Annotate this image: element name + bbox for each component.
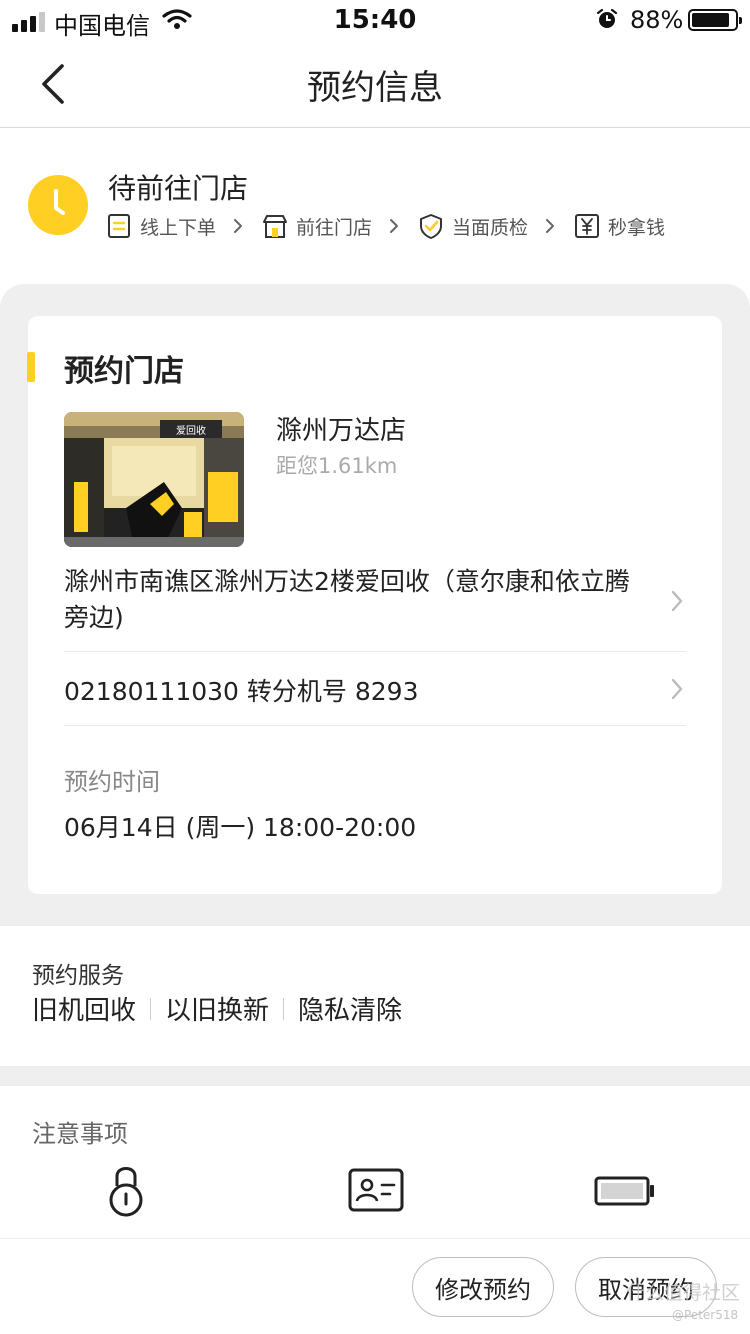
battery-percent: 88%	[630, 6, 684, 34]
appointment-time-value: 06月14日 (周一) 18:00-20:00	[64, 813, 417, 842]
store-phone-row[interactable]: 02180111030 转分机号 8293	[64, 652, 686, 726]
step-label: 前往门店	[296, 216, 373, 239]
service-item: 隐私清除	[298, 996, 403, 1026]
page-title: 预约信息	[307, 68, 443, 108]
status-bar: 中国电信 15:40 88%	[0, 0, 750, 40]
order-status-header: 待前往门店 线上下单 前往门店 当面质检 秒拿钱	[0, 129, 750, 284]
form-icon	[108, 214, 130, 238]
shield-check-icon	[420, 214, 443, 239]
appointment-time-label: 预约时间	[64, 768, 160, 796]
lock-icon	[109, 1167, 143, 1217]
progress-steps: 线上下单 前往门店 当面质检 秒拿钱	[106, 211, 665, 241]
id-card-icon	[348, 1168, 404, 1212]
modify-appointment-button[interactable]: 修改预约	[412, 1257, 554, 1317]
store-distance: 距您1.61km	[276, 454, 398, 478]
step-inspection: 当面质检	[418, 213, 528, 240]
section-accent-bar	[27, 352, 35, 382]
separator	[150, 997, 152, 1020]
step-label: 秒拿钱	[608, 216, 666, 239]
chevron-right-icon	[390, 219, 399, 233]
battery-status-icon	[688, 9, 742, 31]
battery-fill	[692, 13, 729, 27]
step-label: 当面质检	[452, 216, 529, 239]
yuan-icon	[575, 214, 600, 238]
watermark-handle: @Peter518	[672, 1308, 739, 1322]
store-section-title: 预约门店	[64, 354, 184, 389]
nav-bar: 预约信息	[0, 40, 750, 128]
order-status-title: 待前往门店	[108, 172, 249, 205]
clock-icon	[28, 175, 88, 235]
store-address: 滁州市南谯区滁州万达2楼爱回收（意尔康和依立腾旁边)	[64, 567, 630, 632]
store-sign-text: 爱回收	[176, 424, 206, 437]
store-phone: 02180111030 转分机号 8293	[64, 677, 419, 706]
store-name: 滁州万达店	[276, 416, 407, 446]
separator	[283, 997, 285, 1020]
notes-label: 注意事项	[32, 1120, 128, 1148]
step-get-money: 秒拿钱	[574, 213, 665, 240]
service-item: 以旧换新	[165, 996, 270, 1026]
chevron-right-icon	[671, 678, 683, 700]
store-photo[interactable]: 爱回收	[64, 412, 244, 547]
services-label: 预约服务	[32, 963, 124, 989]
step-online-order: 线上下单	[106, 213, 216, 240]
alarm-icon	[596, 8, 618, 28]
store-icon	[263, 215, 288, 238]
notes-section: 注意事项	[0, 1086, 750, 1236]
service-item: 旧机回收	[32, 996, 137, 1026]
services-list: 旧机回收 以旧换新 隐私清除	[32, 990, 402, 1027]
store-card: 预约门店 爱回收 滁州万达店 距您1.61km 滁州市南谯区滁州万达2楼爱回收（…	[27, 316, 722, 894]
store-address-row[interactable]: 滁州市南谯区滁州万达2楼爱回收（意尔康和依立腾旁边)	[64, 564, 686, 652]
watermark: 什么值得社区	[626, 1282, 741, 1304]
section-divider	[0, 1066, 750, 1086]
chevron-right-icon	[546, 219, 555, 233]
battery-icon	[594, 1176, 654, 1206]
step-label: 线上下单	[140, 216, 217, 239]
chevron-right-icon	[671, 590, 683, 612]
chevron-right-icon	[234, 219, 243, 233]
services-section: 预约服务 旧机回收 以旧换新 隐私清除	[0, 926, 750, 1066]
step-go-to-store: 前往门店	[262, 213, 372, 240]
